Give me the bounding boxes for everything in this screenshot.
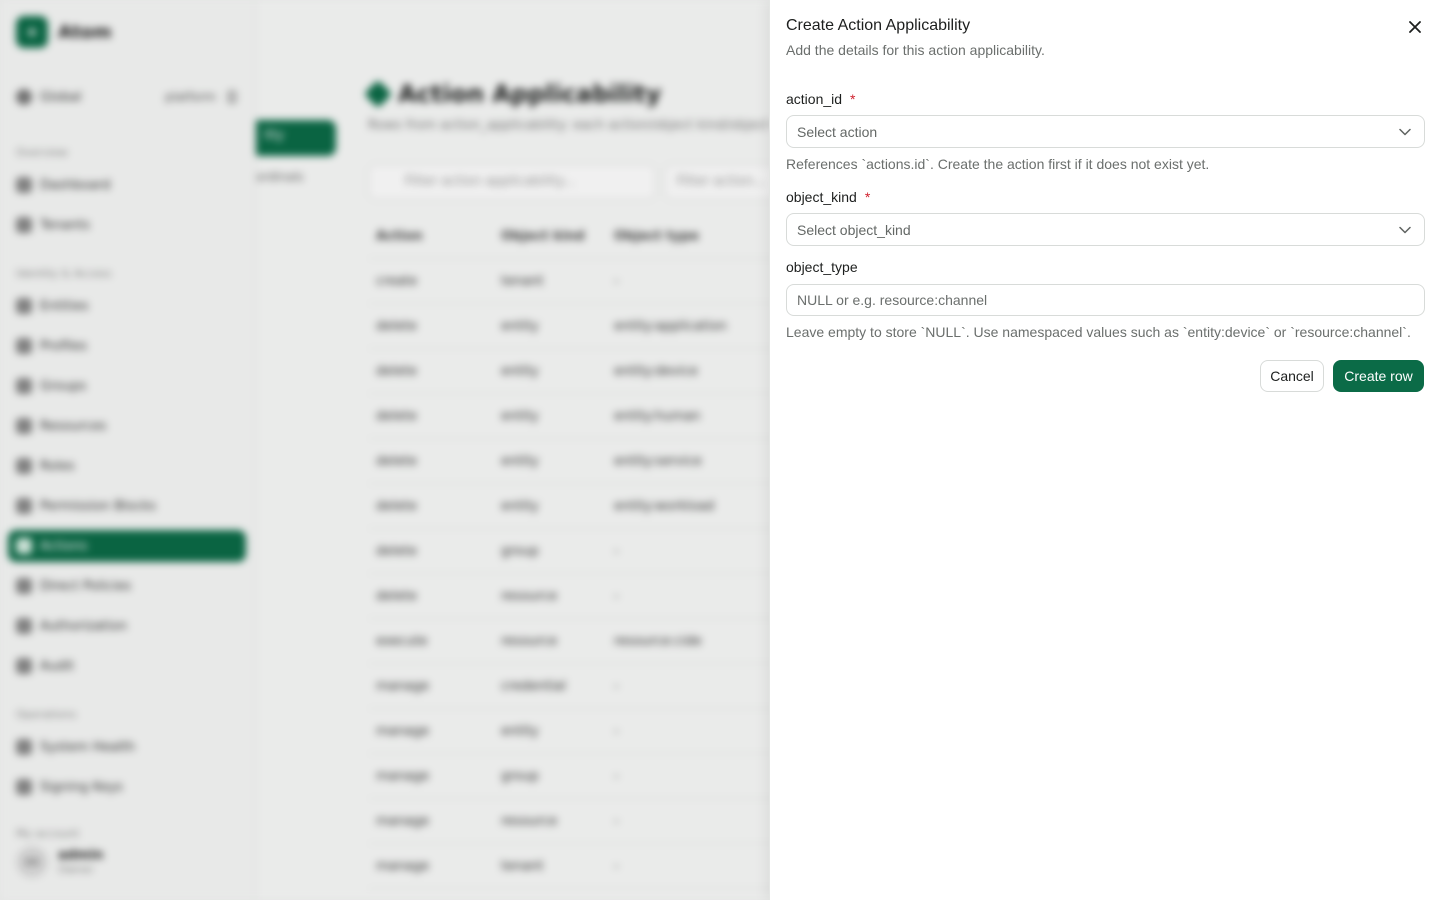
drawer-description: Add the details for this action applicab… <box>786 42 1045 58</box>
field-label-text: action_id <box>786 91 843 107</box>
drawer-title: Create Action Applicability <box>786 17 971 34</box>
cancel-button[interactable]: Cancel <box>1260 360 1324 392</box>
required-mark: * <box>850 91 856 107</box>
action-id-help: References `actions.id`. Create the acti… <box>786 156 1210 172</box>
required-mark: * <box>864 189 871 205</box>
object-kind-select-value: Select object_kind <box>797 221 911 238</box>
create-row-button[interactable]: Create row <box>1333 360 1424 392</box>
object-type-label: object_type <box>786 259 858 275</box>
close-button[interactable] <box>1404 16 1426 38</box>
action-id-select-value: Select action <box>797 123 878 140</box>
field-label-text: object_kind <box>786 189 857 205</box>
action-id-label: action_id * <box>786 91 856 107</box>
object-kind-select[interactable]: Select object_kind <box>786 213 1425 246</box>
chevron-down-icon <box>1398 223 1412 237</box>
object-type-help: Leave empty to store `NULL`. Use namespa… <box>786 324 1411 340</box>
object-type-input[interactable] <box>786 284 1425 316</box>
chevron-down-icon <box>1398 125 1412 139</box>
object-kind-label: object_kind * <box>786 189 870 205</box>
create-action-applicability-drawer: Create Action Applicability Add the deta… <box>769 0 1440 900</box>
close-icon <box>1409 21 1421 33</box>
action-id-select[interactable]: Select action <box>786 115 1425 148</box>
